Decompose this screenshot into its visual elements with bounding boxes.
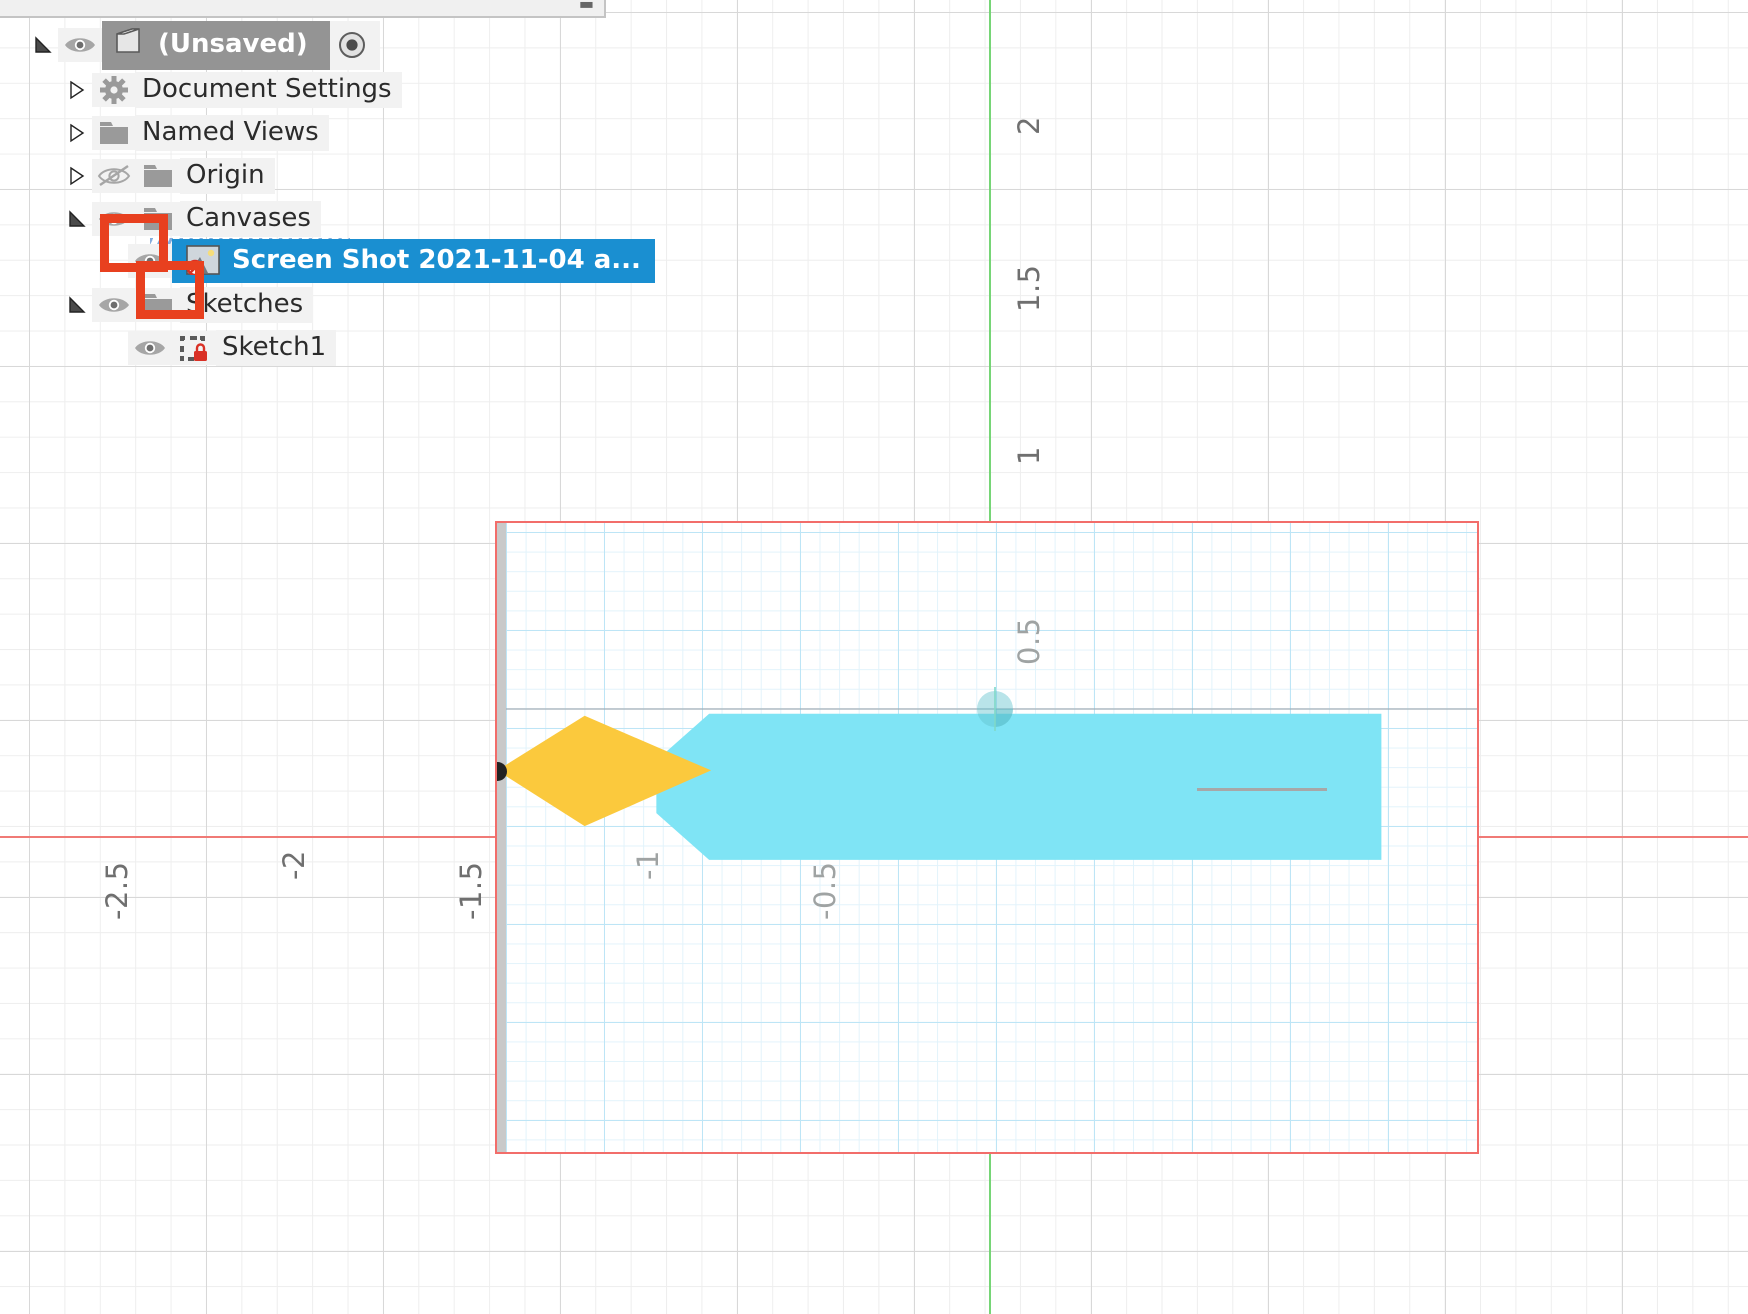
expander-expanded-icon[interactable]	[62, 295, 92, 315]
activate-component-radio-icon[interactable]	[329, 28, 374, 62]
eye-visible-icon[interactable]	[92, 202, 136, 236]
browser-row-label: Origin	[180, 157, 275, 195]
eye-visible-icon[interactable]	[58, 28, 102, 62]
browser-row-sketch1[interactable]: Sketch1	[128, 329, 337, 367]
canvas-image-suppressed-icon	[186, 245, 220, 275]
toolbar-minimize-icon[interactable]: ▬	[579, 0, 594, 13]
y-tick-label: 2	[1012, 116, 1046, 135]
eye-visible-icon[interactable]	[128, 244, 172, 278]
expander-collapsed-icon[interactable]	[62, 123, 92, 143]
x-tick-label: -2	[277, 850, 311, 880]
toolbar-strip: ▬	[0, 0, 606, 18]
canvas-origin-circle-icon	[977, 687, 1013, 731]
eye-visible-icon[interactable]	[128, 331, 172, 365]
browser-row-label: Sketches	[180, 286, 314, 324]
folder-icon	[136, 202, 180, 236]
application-window: -2.5 -2 -1.5 -1 -0.5 2 1.5 1 0.5 ▬ (Unsa…	[0, 0, 1748, 1314]
document-cube-icon	[112, 25, 144, 64]
browser-row-label: Named Views	[136, 114, 329, 152]
x-tick-label: -1.5	[454, 861, 488, 920]
root-label-wrapper[interactable]: (Unsaved)	[102, 20, 380, 70]
eye-visible-icon[interactable]	[92, 288, 136, 322]
canvas-trailing-edge-line	[1197, 788, 1327, 791]
x-tick-label: -0.5	[808, 861, 842, 920]
browser-row-root[interactable]: (Unsaved)	[28, 20, 380, 70]
folder-icon	[136, 288, 180, 322]
x-tick-label: -2.5	[100, 861, 134, 920]
y-tick-label: 1.5	[1012, 264, 1046, 312]
expander-expanded-icon[interactable]	[62, 209, 92, 229]
browser-row-sketches[interactable]: Sketches	[62, 286, 314, 324]
browser-row-label: Screen Shot 2021-11-04 a...	[232, 245, 641, 275]
yellow-nose-diamond	[497, 715, 712, 827]
selected-row-chip[interactable]: Screen Shot 2021-11-04 a...	[172, 239, 655, 283]
browser-row-origin[interactable]: Origin	[62, 157, 275, 195]
gear-icon	[92, 73, 136, 107]
expander-collapsed-icon[interactable]	[62, 80, 92, 100]
y-tick-label: 0.5	[1012, 617, 1046, 665]
x-tick-label: -1	[631, 850, 665, 880]
expander-expanded-icon[interactable]	[28, 35, 58, 55]
sketch-locked-icon	[172, 331, 216, 365]
eye-hidden-icon[interactable]	[92, 159, 136, 193]
y-tick-label: 1	[1012, 446, 1046, 465]
browser-row-canvas-screenshot[interactable]: Screen Shot 2021-11-04 a...	[128, 239, 655, 283]
browser-row-label: Canvases	[180, 200, 321, 238]
root-label-chip[interactable]: (Unsaved)	[102, 20, 330, 70]
canvas-image-content	[497, 523, 1477, 1152]
folder-icon	[92, 116, 136, 150]
canvas-image-frame[interactable]	[495, 521, 1479, 1154]
browser-row-label: Document Settings	[136, 71, 402, 109]
root-label-text: (Unsaved)	[158, 29, 308, 59]
browser-row-canvases[interactable]: Canvases	[62, 200, 321, 238]
browser-row-label: Sketch1	[216, 329, 337, 367]
browser-row-document-settings[interactable]: Document Settings	[62, 71, 402, 109]
folder-icon	[136, 159, 180, 193]
browser-row-named-views[interactable]: Named Views	[62, 114, 329, 152]
expander-collapsed-icon[interactable]	[62, 166, 92, 186]
